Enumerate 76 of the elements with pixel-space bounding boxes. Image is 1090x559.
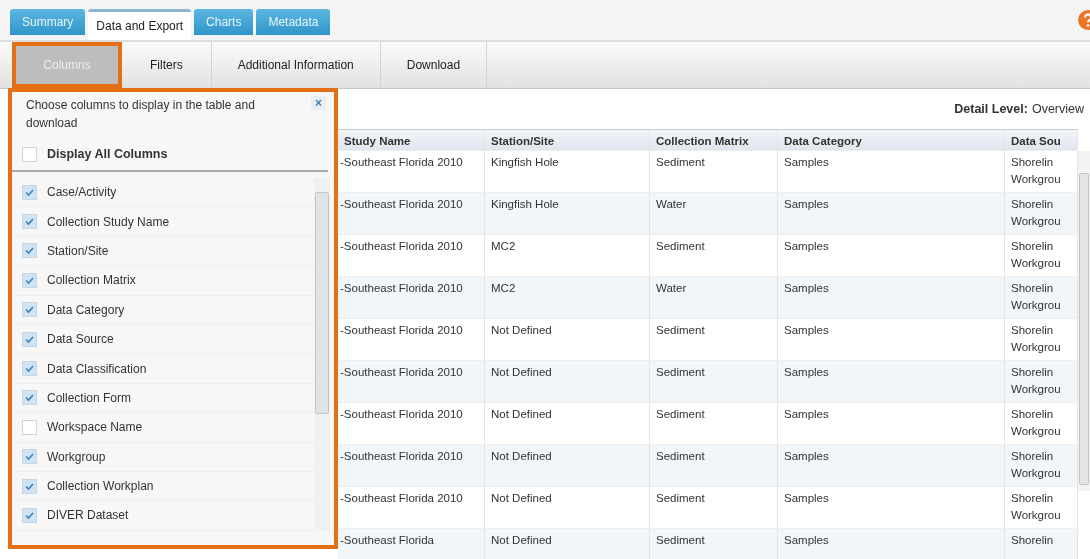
table-cell: Shorelin (1005, 529, 1078, 559)
checkbox[interactable] (22, 390, 37, 406)
tab[interactable]: Data and Export (88, 9, 192, 40)
table-cell: Samples (778, 151, 1005, 192)
table-cell: Samples (778, 193, 1005, 234)
table-cell: Samples (778, 529, 1005, 559)
table-cell: Samples (778, 361, 1005, 402)
column-option[interactable]: Collection Workplan (47, 479, 154, 494)
column-option[interactable]: Data Category (47, 302, 125, 317)
table-cell: Samples (778, 277, 1005, 318)
table-cell: Water (650, 193, 778, 234)
column-option[interactable]: Station/Site (47, 243, 109, 258)
table-cell: Samples (778, 487, 1005, 528)
checkbox[interactable] (22, 508, 37, 523)
checkbox[interactable] (22, 184, 37, 200)
table-cell: Not Defined (485, 403, 650, 444)
table-cell: Sediment (650, 151, 778, 192)
table-cell: Not Defined (485, 487, 650, 528)
table-cell: Sediment (650, 235, 778, 276)
subtab[interactable]: Download (380, 42, 488, 88)
table-cell: Not Defined (485, 529, 650, 559)
close-button[interactable]: × (311, 96, 326, 110)
checkbox[interactable] (22, 331, 37, 347)
checkbox[interactable] (22, 146, 37, 162)
instructions-text: Choose columns to display in the table and download (26, 97, 256, 132)
table-cell: Not Defined (485, 361, 650, 402)
table-cell: Not Defined (485, 445, 650, 486)
table-cell: Sediment (650, 487, 778, 528)
checkmark-icon (24, 510, 35, 521)
column-option[interactable]: Data Classification (47, 361, 147, 376)
column-option[interactable]: Data Source (47, 332, 114, 347)
column-header[interactable]: Station/Site (485, 130, 650, 150)
column-header[interactable]: Collection Matrix (650, 130, 778, 150)
table-cell: Kingfish Hole (485, 151, 650, 192)
column-option[interactable]: Collection Study Name (47, 214, 170, 229)
column-option[interactable]: DIVER Dataset (47, 508, 129, 523)
table-cell: Water (650, 277, 778, 318)
column-option[interactable]: Collection Matrix (47, 273, 136, 288)
checkmark-icon (24, 216, 35, 228)
table-cell: Samples (778, 235, 1005, 276)
table-cell: Samples (778, 403, 1005, 444)
checkbox[interactable] (22, 272, 37, 288)
column-option[interactable]: Display All Columns (47, 147, 168, 161)
column-option[interactable]: Workgroup (47, 449, 106, 464)
checkbox[interactable] (22, 214, 37, 230)
checkbox[interactable] (22, 449, 37, 465)
table-cell: Samples (778, 445, 1005, 486)
column-header[interactable]: Data Category (778, 130, 1005, 150)
table-cell: Sediment (650, 529, 778, 559)
detail-level-label: Detail Level: (954, 102, 1028, 116)
table-cell: MC2 (485, 235, 650, 276)
checkbox[interactable] (22, 478, 37, 494)
checkmark-icon (24, 245, 35, 257)
checkbox[interactable] (22, 419, 37, 435)
table-cell: Sediment (650, 361, 778, 402)
scrollbar[interactable] (1078, 151, 1090, 491)
column-option[interactable]: Case/Activity (47, 185, 117, 200)
table-cell: Sediment (650, 445, 778, 486)
table-cell: MC2 (485, 277, 650, 318)
column-header[interactable]: Data Sou (1005, 130, 1078, 150)
detail-level-value: Overview (1031, 102, 1084, 116)
table-cell: Not Defined (485, 319, 650, 360)
table-cell: Samples (778, 319, 1005, 360)
scrollbar[interactable] (314, 178, 330, 531)
column-option[interactable]: Collection Form (47, 390, 132, 405)
checkmark-icon (24, 304, 35, 316)
table-cell: Sediment (650, 319, 778, 360)
column-option[interactable]: Workspace Name (47, 420, 143, 435)
checkmark-icon (24, 392, 35, 404)
checkbox[interactable] (22, 361, 37, 377)
table-cell: Sediment (650, 403, 778, 444)
table-cell: Kingfish Hole (485, 193, 650, 234)
checkbox[interactable] (22, 302, 37, 318)
checkmark-icon (24, 363, 35, 375)
checkmark-icon (24, 451, 35, 463)
checkbox[interactable] (22, 243, 37, 259)
